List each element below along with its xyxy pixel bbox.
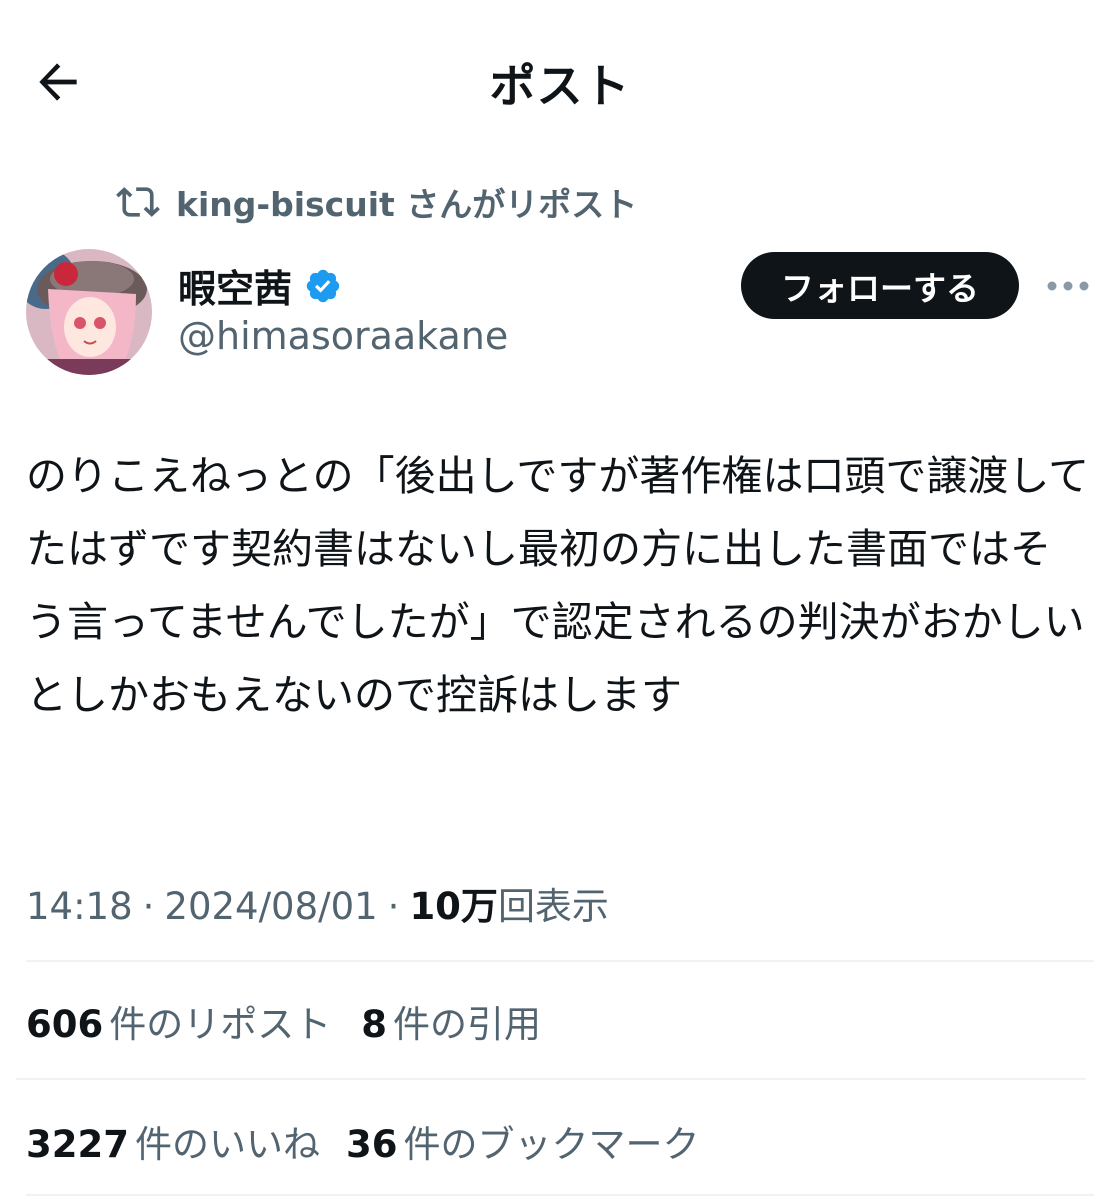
repost-icon [116, 180, 160, 224]
stats-row-reposts: 606 件のリポスト 8 件の引用 [26, 994, 541, 1048]
tweet-date[interactable]: 2024/08/01 [164, 885, 377, 928]
repost-context[interactable]: king-biscuit さんがリポスト [116, 178, 637, 226]
quotes-label: 件の引用 [392, 1003, 541, 1046]
reposts-count: 606 [26, 1003, 104, 1046]
divider [26, 1194, 1094, 1196]
meta-separator: · [387, 885, 400, 928]
author-name-row[interactable]: 暇空茜 [178, 258, 342, 313]
likes-count: 3227 [26, 1123, 129, 1166]
view-count[interactable]: 10万 [409, 876, 498, 930]
stats-row-likes: 3227 件のいいね 36 件のブックマーク [26, 1114, 699, 1168]
likes-stat[interactable]: 3227 件のいいね [26, 1114, 320, 1168]
divider [26, 960, 1094, 962]
bookmarks-stat[interactable]: 36 件のブックマーク [346, 1114, 700, 1168]
verified-badge-icon [304, 267, 342, 305]
tweet-text: のりこえねっとの「後出しですが著作権は口頭で譲渡してたはずです契約書はないし最初… [26, 452, 1090, 719]
divider [16, 1078, 1086, 1080]
meta-separator: · [142, 885, 155, 928]
reposts-stat[interactable]: 606 件のリポスト [26, 994, 331, 1048]
follow-button[interactable]: フォローする [741, 252, 1019, 319]
avatar[interactable] [26, 249, 152, 375]
repost-context-text: king-biscuit さんがリポスト [176, 185, 638, 224]
author-handle[interactable]: @himasoraakane [178, 314, 508, 358]
page-title: ポスト [489, 59, 631, 113]
view-count-label: 回表示 [497, 885, 609, 928]
likes-label: 件のいいね [134, 1123, 320, 1166]
more-options-button[interactable] [1042, 266, 1094, 306]
bookmarks-label: 件のブックマーク [403, 1123, 700, 1166]
bookmarks-count: 36 [345, 1123, 398, 1166]
quotes-stat[interactable]: 8 件の引用 [361, 994, 541, 1048]
tweet-meta: 14:18 · 2024/08/01 · 10万 回表示 [26, 876, 609, 930]
tweet-time[interactable]: 14:18 [26, 885, 133, 928]
top-bar: ポスト [0, 0, 1120, 160]
author-display-name: 暇空茜 [178, 267, 293, 311]
reposts-label: 件のリポスト [109, 1003, 332, 1046]
quotes-count: 8 [361, 1003, 387, 1046]
more-horizontal-icon [1047, 281, 1089, 291]
